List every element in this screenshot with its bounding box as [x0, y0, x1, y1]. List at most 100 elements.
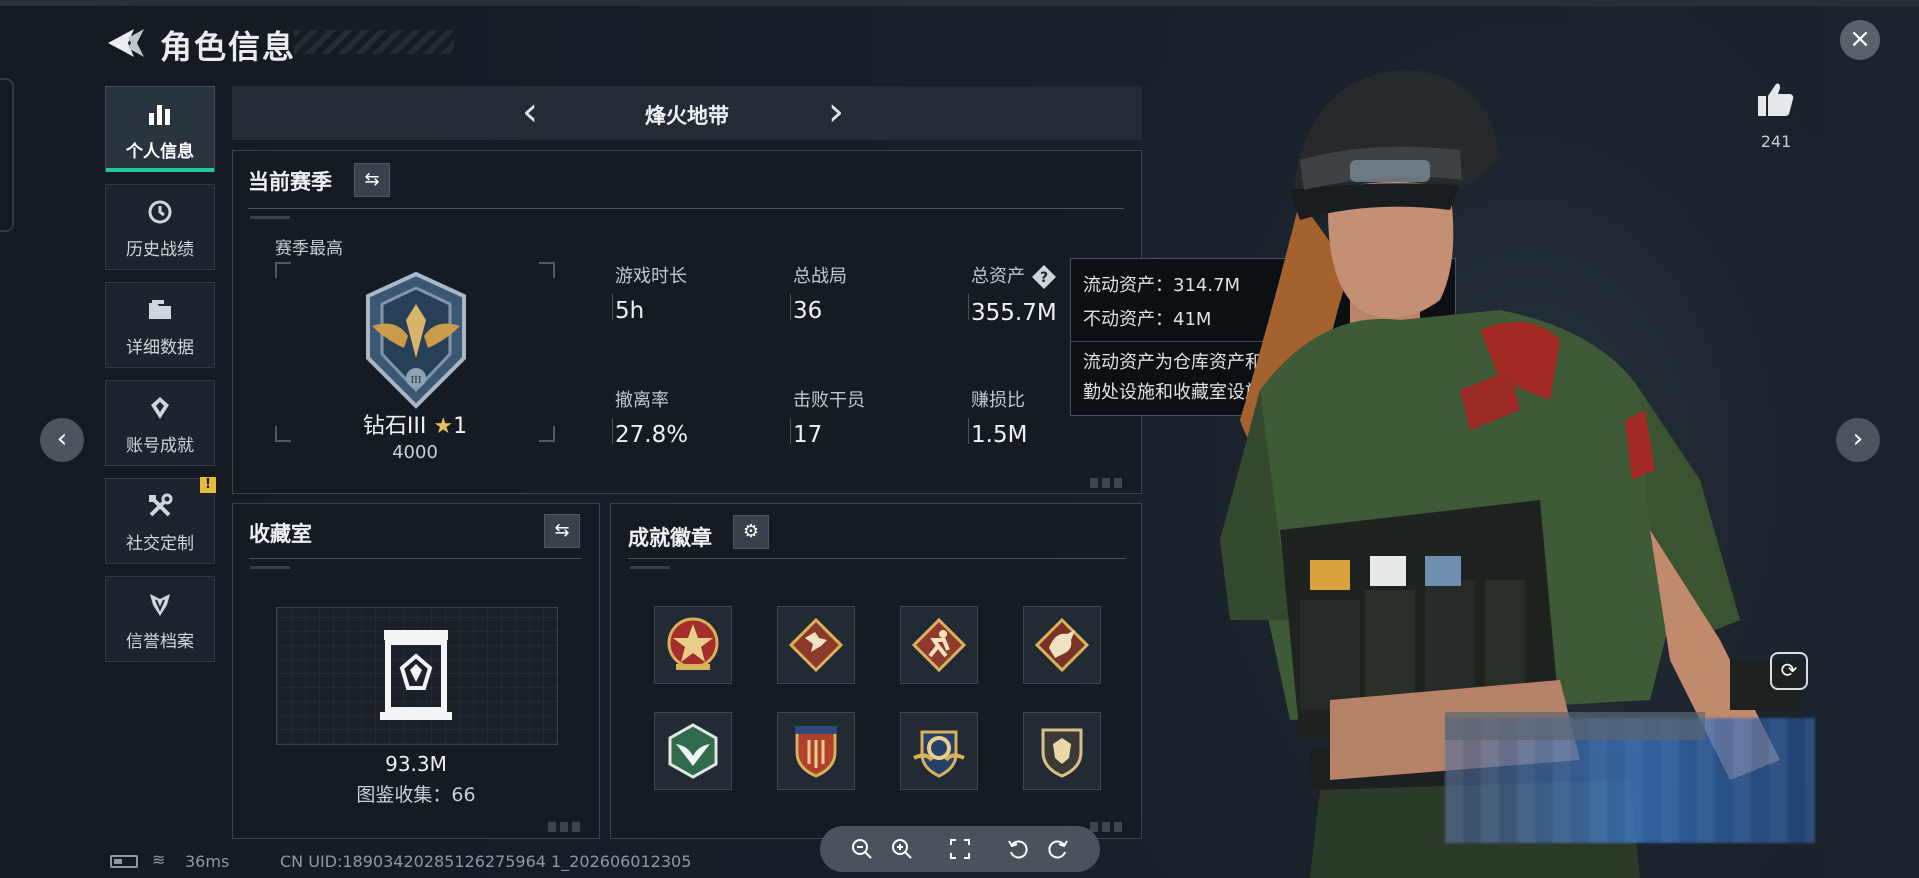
- top-strip: [0, 0, 1919, 6]
- stat-value: 5h: [615, 298, 645, 324]
- sidebar-item-personal-info[interactable]: 个人信息: [105, 86, 215, 172]
- runner-badge[interactable]: [900, 606, 978, 684]
- sidebar-item-credit[interactable]: 信誉档案: [105, 576, 215, 662]
- stat-label: 撤离率: [615, 390, 669, 411]
- collection-title: 收藏室: [249, 522, 312, 546]
- mode-switcher: ‹ 烽火地带 ›: [232, 86, 1142, 140]
- rank-emblem-icon: III: [366, 271, 466, 409]
- star-emblem-badge[interactable]: [654, 606, 732, 684]
- shield-lion-badge[interactable]: [1023, 712, 1101, 790]
- credit-icon: [150, 594, 170, 616]
- fullscreen-icon[interactable]: [948, 837, 972, 861]
- sidebar-item-label: 详细数据: [126, 338, 194, 358]
- decor-text: [630, 566, 670, 569]
- rank-score: 4000: [392, 442, 438, 463]
- zoom-out-icon[interactable]: [850, 837, 874, 861]
- stat-label: 游戏时长: [615, 266, 687, 287]
- decor-text: [250, 216, 290, 219]
- stat-extract-rate: 撤离率 27.8%: [615, 386, 688, 448]
- alert-badge: !: [200, 477, 216, 493]
- season-title: 当前赛季: [248, 170, 332, 194]
- next-mode-button[interactable]: ›: [828, 92, 844, 132]
- sidebar-item-social[interactable]: 社交定制 !: [105, 477, 216, 564]
- title-decoration: [294, 30, 454, 54]
- stat-label: 总资产?: [971, 262, 1057, 290]
- stat-divider: [968, 418, 969, 444]
- rank-name-text: 钻石III: [362, 414, 427, 439]
- wolf-icon: [788, 617, 844, 673]
- shield-stripe-badge[interactable]: [777, 712, 855, 790]
- collection-count: 图鉴收集：66: [356, 784, 476, 806]
- help-icon[interactable]: ?: [1031, 264, 1057, 290]
- gear-wings-icon: [913, 730, 965, 778]
- decor-text: [250, 566, 290, 569]
- eagle-hex-icon: [668, 723, 718, 779]
- star-icon: ★: [433, 414, 454, 439]
- stat-matches: 总战局 36: [793, 262, 847, 324]
- star-emblem-icon: [667, 617, 719, 670]
- sidebar-item-label: 账号成就: [126, 436, 194, 456]
- shield-lion-icon: [1041, 728, 1083, 778]
- stat-value: 36: [793, 298, 823, 324]
- close-button[interactable]: ×: [1840, 20, 1880, 60]
- sidebar-item-label: 个人信息: [126, 142, 194, 162]
- stat-value: 1.5M: [971, 422, 1028, 448]
- rank-name: 钻石III ★1: [290, 408, 540, 440]
- sidebar-item-achievements[interactable]: 账号成就: [105, 380, 215, 466]
- eagle-hex-badge[interactable]: [654, 712, 732, 790]
- dragon-badge[interactable]: [1023, 606, 1101, 684]
- wolf-badge[interactable]: [777, 606, 855, 684]
- collection-value: 93.3M: [385, 752, 447, 776]
- season-title-rule: [248, 208, 1124, 209]
- season-switch-button[interactable]: ⇆: [354, 163, 390, 197]
- sidebar-item-history[interactable]: 历史战绩: [105, 184, 215, 270]
- battery-icon: [110, 855, 138, 868]
- shield-stripe-icon: [795, 726, 837, 778]
- sidebar-item-details[interactable]: 详细数据: [105, 282, 215, 368]
- stat-playtime: 游戏时长 5h: [615, 262, 687, 324]
- corner-decoration: [548, 822, 584, 832]
- collection-title-rule: [249, 558, 581, 559]
- like-count: 241: [1760, 132, 1792, 151]
- stat-value: 27.8%: [615, 422, 689, 448]
- svg-text:III: III: [411, 374, 422, 386]
- blurred-label: [1445, 712, 1705, 740]
- stat-divider: [790, 294, 791, 320]
- zoom-in-icon[interactable]: [890, 837, 914, 861]
- stat-kills: 击败干员 17: [793, 386, 865, 448]
- sidebar-item-label: 社交定制: [126, 534, 194, 554]
- sidebar-item-label: 信誉档案: [126, 632, 194, 652]
- sidebar-item-label: 历史战绩: [126, 240, 194, 260]
- rotate-right-icon[interactable]: [1046, 837, 1070, 861]
- mode-title: 烽火地带: [645, 104, 729, 128]
- dragon-icon: [1034, 617, 1090, 673]
- stat-divider: [790, 418, 791, 444]
- badges-title-rule: [628, 558, 1126, 559]
- thumbs-up-icon[interactable]: [1756, 80, 1796, 120]
- rank-star-count: 1: [453, 414, 468, 439]
- wifi-icon: ≋: [152, 850, 166, 869]
- svg-text:?: ?: [1040, 270, 1048, 286]
- collection-switch-button[interactable]: ⇆: [544, 514, 580, 548]
- vault-icon: [380, 630, 452, 720]
- ping-text: 36ms: [185, 852, 230, 871]
- stat-label: 击败干员: [793, 390, 865, 411]
- tools-icon: [149, 493, 173, 517]
- view-toolbar: [820, 826, 1100, 872]
- gear-wings-badge[interactable]: [900, 712, 978, 790]
- back-arrow-icon[interactable]: [104, 26, 146, 60]
- season-best-label: 赛季最高: [275, 239, 343, 259]
- left-edge-tab[interactable]: [0, 78, 14, 232]
- page-title: 角色信息: [160, 28, 297, 66]
- stat-total-assets: 总资产? 355.7M: [971, 262, 1057, 326]
- stat-label: 赚损比: [971, 390, 1025, 411]
- next-character-button[interactable]: ›: [1836, 418, 1880, 462]
- rotate-left-icon[interactable]: [1006, 837, 1030, 861]
- stat-divider: [968, 294, 969, 320]
- badges-settings-button[interactable]: ⚙: [733, 515, 769, 549]
- achievement-icon: [151, 397, 169, 419]
- refresh-icon[interactable]: ⟳: [1770, 652, 1808, 690]
- prev-character-button[interactable]: ‹: [40, 418, 84, 462]
- stat-divider: [612, 418, 613, 444]
- stat-value: 355.7M: [971, 300, 1057, 326]
